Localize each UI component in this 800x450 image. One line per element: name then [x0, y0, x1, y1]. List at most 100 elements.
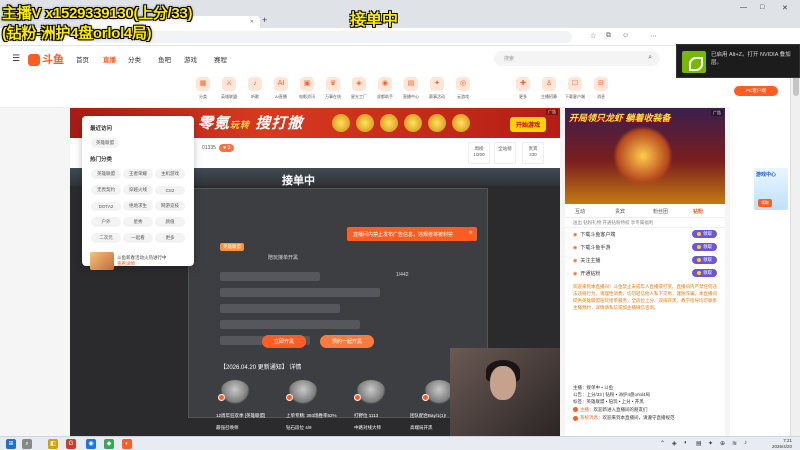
tab-vip[interactable]: 贵宾	[615, 208, 625, 215]
nav-fishbar[interactable]: 鱼吧	[158, 54, 171, 64]
url-input[interactable]: 8311434531...	[92, 31, 572, 43]
tray-icon[interactable]: ⊕	[720, 440, 725, 447]
category-item[interactable]: ▦ 分类	[190, 77, 216, 100]
hot-category[interactable]: 二次元	[91, 233, 121, 243]
category-item[interactable]: AI AI直播	[268, 77, 294, 100]
claim-button[interactable]: 领取	[692, 269, 717, 277]
star-icon[interactable]: ☆	[590, 32, 596, 40]
tray-icon[interactable]: ◈	[672, 440, 677, 447]
extensions-icon[interactable]: ⧉	[606, 32, 611, 40]
promo-link[interactable]: 查看详情	[117, 261, 167, 267]
category-item[interactable]: ⊟ 消息	[588, 77, 614, 100]
site-logo[interactable]: 斗鱼	[28, 51, 64, 67]
douyu-icon[interactable]: ◐	[122, 439, 132, 449]
wifi-icon[interactable]: ≋	[732, 440, 737, 447]
hot-category[interactable]: 更多	[155, 233, 185, 243]
tray-icon[interactable]: ▤	[696, 440, 702, 447]
game-ad[interactable]: 开局领只龙虾 躺着收装备 广告	[565, 108, 725, 204]
category-item[interactable]: ▤ 直播中心	[398, 77, 424, 100]
menu-icon[interactable]: ☰	[12, 53, 20, 64]
app-icon[interactable]: G	[66, 439, 76, 449]
start-play-button[interactable]: 立即开黑	[262, 335, 307, 348]
volume-icon[interactable]: ♪	[744, 440, 747, 446]
category-item[interactable]: ☐ 下载客户端	[562, 77, 588, 100]
side-ad-button[interactable]: 领取	[758, 199, 772, 207]
hot-category[interactable]: 颜值	[155, 217, 185, 227]
nav-live[interactable]: 直播	[103, 54, 116, 64]
hot-category[interactable]: 绝地求生	[123, 201, 153, 211]
side-ad[interactable]: 游戏中心 领取	[754, 168, 788, 210]
heart-badge[interactable]: ♥ 3	[219, 144, 235, 152]
category-item[interactable]: ✦ 赛事活动	[424, 77, 450, 100]
nav-home[interactable]: 首页	[76, 54, 89, 64]
profile-icon[interactable]: ☺	[622, 32, 629, 39]
rank-box[interactable]: 贵宾 230	[522, 142, 544, 164]
hot-category[interactable]: 一起看	[123, 233, 153, 243]
tray-icon[interactable]: ⌃	[660, 440, 665, 447]
maximize-icon[interactable]: □	[760, 4, 764, 11]
category-item[interactable]: ♪ 听歌	[242, 77, 268, 100]
app-icon[interactable]: ◆	[104, 439, 114, 449]
recent-item[interactable]: 英雄联盟	[91, 138, 119, 148]
hot-category[interactable]: 王者荣耀	[123, 169, 153, 179]
category-item[interactable]: ⚔ 英雄联盟	[216, 77, 242, 100]
tab-fanclub[interactable]: 粉丝团	[653, 208, 668, 215]
hero-caption: 打野位 1113	[354, 413, 379, 418]
hero-marker	[422, 394, 429, 401]
tab-interact[interactable]: 互动	[575, 208, 585, 215]
notice-close-icon[interactable]: ✕	[469, 230, 473, 236]
pc-client-button[interactable]: PC客户端	[734, 86, 778, 96]
hot-category[interactable]: 户外	[91, 217, 121, 227]
hot-category[interactable]: 穿越火线	[123, 185, 153, 195]
tray-icon[interactable]: ◐	[684, 440, 688, 446]
rank-box[interactable]: 周榜 1/200	[468, 142, 490, 164]
chat-user[interactable]: 主播	[580, 407, 589, 412]
hot-category[interactable]: 主机游戏	[155, 169, 185, 179]
tray-icon[interactable]: ✦	[708, 440, 713, 447]
nav-games[interactable]: 游戏	[184, 54, 197, 64]
quick-task: ◉ 开通钻粉 领取	[565, 267, 725, 280]
minimize-icon[interactable]: —	[740, 4, 747, 11]
user-badge-icon	[573, 415, 578, 421]
nvidia-toast[interactable]: 已启用 Alt+Z。打开 NVIDIA 叠加层。	[676, 44, 800, 78]
page-scrollbar[interactable]	[790, 46, 800, 436]
new-tab-icon[interactable]: +	[262, 15, 267, 25]
start-icon[interactable]: ⊞	[6, 439, 16, 449]
search-icon[interactable]: ⌕	[648, 54, 652, 62]
category-icon: ♙	[542, 77, 556, 91]
close-window-icon[interactable]: ✕	[782, 4, 788, 12]
tab-close-icon[interactable]: ✕	[250, 19, 254, 25]
category-item[interactable]: ◈ 星光工厂	[346, 77, 372, 100]
category-item[interactable]: ◉ 虎都助手	[372, 77, 398, 100]
hot-category[interactable]: CS2	[155, 186, 185, 195]
inner-time: 1/442	[396, 272, 409, 278]
site-search-input[interactable]: 搜索 ⌕	[494, 51, 660, 66]
nav-schedule[interactable]: 赛程	[214, 54, 227, 64]
hot-category[interactable]: 无畏契约	[91, 185, 121, 195]
hot-category[interactable]: DOTA2	[91, 202, 121, 211]
browser-icon[interactable]: ◉	[86, 439, 96, 449]
nav-category[interactable]: 分类	[128, 54, 141, 64]
category-item[interactable]: ◎ 云游戏	[450, 77, 476, 100]
dropdown-promo[interactable]: 斗鱼新春活动火热进行中 查看详情	[90, 252, 186, 270]
claim-button[interactable]: 领取	[692, 243, 717, 251]
search-icon[interactable]: ⌕	[22, 439, 32, 449]
reserve-button[interactable]: 预约一起开黑	[320, 335, 375, 348]
claim-button[interactable]: 领取	[692, 256, 717, 264]
category-item[interactable]: ✚ 更多	[510, 77, 536, 100]
rank-box[interactable]: 全站榜	[494, 142, 516, 164]
more-menu-icon[interactable]: ⋯	[650, 32, 657, 40]
clock[interactable]: 7:21 2026/4/20	[772, 438, 792, 449]
claim-button[interactable]: 领取	[692, 230, 717, 238]
category-item[interactable]: ▣ 电影资讯	[294, 77, 320, 100]
chat-user[interactable]: 系统消息	[580, 415, 598, 420]
right-sidebar: PC客户端 游戏中心 领取	[730, 86, 790, 436]
category-item[interactable]: ♙ 主播招募	[536, 77, 562, 100]
hot-category[interactable]: 网游竞技	[155, 201, 185, 211]
tab-diamond[interactable]: 钻粉	[693, 208, 703, 215]
banner-start-button[interactable]: 开始游戏	[509, 117, 546, 132]
category-item[interactable]: ♛ 万事在线	[320, 77, 346, 100]
app-icon[interactable]: ◧	[48, 439, 58, 449]
hot-category[interactable]: 星秀	[123, 217, 153, 227]
hot-category[interactable]: 英雄联盟	[91, 169, 121, 179]
